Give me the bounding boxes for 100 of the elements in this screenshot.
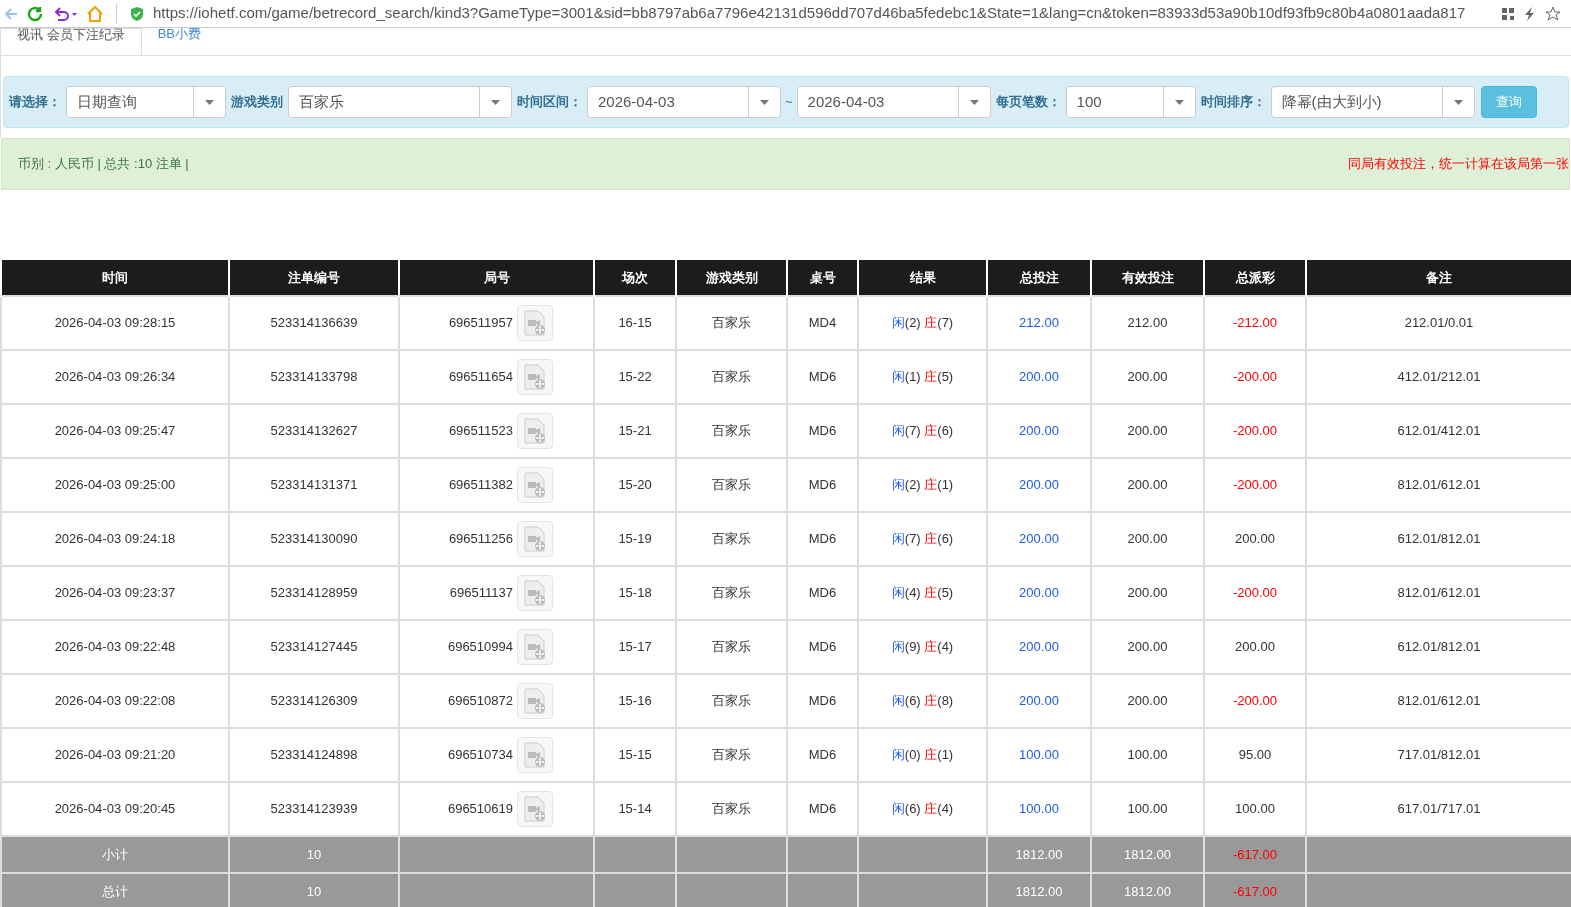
table-cell: -200.00 bbox=[1204, 674, 1306, 728]
round-number: 696510994 bbox=[447, 638, 513, 657]
column-header: 总派彩 bbox=[1204, 260, 1306, 296]
result-text: 闲(7) 庄(6) bbox=[891, 531, 954, 547]
table-cell: 15-17 bbox=[594, 620, 676, 674]
replay-button[interactable] bbox=[517, 305, 553, 341]
dropdown[interactable]: 2026-04-03 bbox=[796, 86, 991, 118]
table-cell: 523314130090 bbox=[229, 512, 399, 566]
caret-icon bbox=[1453, 99, 1463, 105]
qr-code-icon[interactable] bbox=[1501, 6, 1515, 21]
table-cell: 200.00 bbox=[987, 512, 1091, 566]
tab[interactable]: BB小费 bbox=[141, 28, 217, 55]
result-text: 闲(0) 庄(1) bbox=[891, 747, 954, 763]
round-number: 696511523 bbox=[448, 422, 513, 441]
caret-icon bbox=[969, 99, 979, 105]
filter-label: 时间排序： bbox=[1199, 93, 1267, 112]
table-cell: -212.00 bbox=[1204, 296, 1306, 350]
column-header: 局号 bbox=[399, 260, 594, 296]
table-cell: 百家乐 bbox=[676, 458, 787, 512]
column-header: 时间 bbox=[1, 260, 229, 296]
column-header: 总投注 bbox=[987, 260, 1091, 296]
table-cell: 百家乐 bbox=[676, 728, 787, 782]
video-file-icon bbox=[522, 580, 548, 606]
total-cell: 总计 bbox=[1, 873, 229, 907]
table-cell: 2026-04-03 09:23:37 bbox=[1, 566, 229, 620]
filter-label: 请选择： bbox=[8, 93, 62, 112]
table-cell: 百家乐 bbox=[676, 620, 787, 674]
table-cell: 200.00 bbox=[1204, 620, 1306, 674]
replay-button[interactable] bbox=[517, 683, 553, 719]
table-cell: 2026-04-03 09:26:34 bbox=[1, 350, 229, 404]
star-icon[interactable] bbox=[1545, 5, 1561, 22]
video-file-icon bbox=[522, 688, 548, 714]
replay-button[interactable] bbox=[517, 413, 553, 449]
replay-button[interactable] bbox=[517, 521, 553, 557]
replay-button[interactable] bbox=[517, 629, 553, 665]
video-file-icon bbox=[522, 634, 548, 660]
table-cell: 15-18 bbox=[594, 566, 676, 620]
video-file-icon bbox=[522, 472, 548, 498]
table-cell: 200.00 bbox=[1091, 458, 1204, 512]
table-cell: 200.00 bbox=[987, 350, 1091, 404]
table-cell: 523314127445 bbox=[229, 620, 399, 674]
result-text: 闲(6) 庄(4) bbox=[891, 801, 954, 817]
column-header: 场次 bbox=[594, 260, 676, 296]
video-file-icon bbox=[522, 796, 548, 822]
table-cell: 523314124898 bbox=[229, 728, 399, 782]
filter-label: 每页笔数： bbox=[994, 93, 1062, 112]
table-cell: 523314131371 bbox=[229, 458, 399, 512]
replay-button[interactable] bbox=[517, 359, 553, 395]
filter-label: 游戏类别 bbox=[230, 93, 284, 112]
table-cell: MD6 bbox=[787, 620, 858, 674]
caret-icon bbox=[1174, 99, 1184, 105]
table-cell: 200.00 bbox=[987, 620, 1091, 674]
table-cell: 200.00 bbox=[987, 458, 1091, 512]
table-cell: 2026-04-03 09:28:15 bbox=[1, 296, 229, 350]
reload-icon[interactable] bbox=[26, 4, 44, 23]
table-cell: 523314136639 bbox=[229, 296, 399, 350]
table-cell: 200.00 bbox=[1091, 620, 1204, 674]
table-cell: 2026-04-03 09:25:47 bbox=[1, 404, 229, 458]
table-cell: MD6 bbox=[787, 566, 858, 620]
table-cell: -200.00 bbox=[1204, 350, 1306, 404]
table-cell: 百家乐 bbox=[676, 296, 787, 350]
table-cell: MD6 bbox=[787, 674, 858, 728]
replay-button[interactable] bbox=[517, 737, 553, 773]
replay-button[interactable] bbox=[517, 467, 553, 503]
dropdown[interactable]: 100 bbox=[1065, 86, 1196, 118]
table-cell: 15-20 bbox=[594, 458, 676, 512]
table-cell: 200.00 bbox=[1204, 512, 1306, 566]
address-bar-url[interactable]: https://iohetf.com/game/betrecord_search/kind3?GameType=3001&sid=bb8797ab6a7796e42131d596dd707d46ba5fedebc1&State=1&lang=cn&token=83933d53a90b10df93fb9c80b4a0801aada817 bbox=[153, 2, 1493, 25]
table-cell: 212.00 bbox=[987, 296, 1091, 350]
replay-button[interactable] bbox=[517, 791, 553, 827]
table-cell: MD6 bbox=[787, 404, 858, 458]
dropdown[interactable]: 日期查询 bbox=[66, 86, 226, 118]
table-cell: -200.00 bbox=[1204, 404, 1306, 458]
table-cell: 15-16 bbox=[594, 674, 676, 728]
table-cell: 百家乐 bbox=[676, 404, 787, 458]
column-header: 有效投注 bbox=[1091, 260, 1204, 296]
video-file-icon bbox=[522, 418, 548, 444]
table-cell: 15-21 bbox=[594, 404, 676, 458]
table-cell: 2026-04-03 09:22:08 bbox=[1, 674, 229, 728]
replay-button[interactable] bbox=[517, 575, 553, 611]
summary-text: 币别 : 人民币 | 总共 :10 注单 | bbox=[18, 155, 189, 174]
table-cell: 15-19 bbox=[594, 512, 676, 566]
dropdown[interactable]: 2026-04-03 bbox=[587, 86, 781, 118]
dropdown[interactable]: 降幂(由大到小) bbox=[1270, 86, 1475, 118]
round-number: 696511256 bbox=[448, 530, 513, 549]
range-separator: ~ bbox=[785, 93, 793, 112]
table-cell: 2026-04-03 09:22:48 bbox=[1, 620, 229, 674]
back-icon[interactable] bbox=[4, 6, 18, 21]
tab[interactable]: 视讯 会员下注纪录 bbox=[0, 28, 142, 55]
table-cell: 15-22 bbox=[594, 350, 676, 404]
round-number: 696511957 bbox=[448, 314, 513, 333]
column-header: 游戏类别 bbox=[676, 260, 787, 296]
table-cell: -200.00 bbox=[1204, 458, 1306, 512]
result-text: 闲(2) 庄(1) bbox=[891, 477, 954, 493]
dropdown[interactable]: 百家乐 bbox=[288, 86, 512, 118]
table-cell: 100.00 bbox=[1091, 728, 1204, 782]
home-icon[interactable] bbox=[86, 4, 104, 23]
undo-icon[interactable] bbox=[52, 5, 78, 22]
table-cell: 200.00 bbox=[987, 566, 1091, 620]
table-cell: 200.00 bbox=[1091, 350, 1204, 404]
